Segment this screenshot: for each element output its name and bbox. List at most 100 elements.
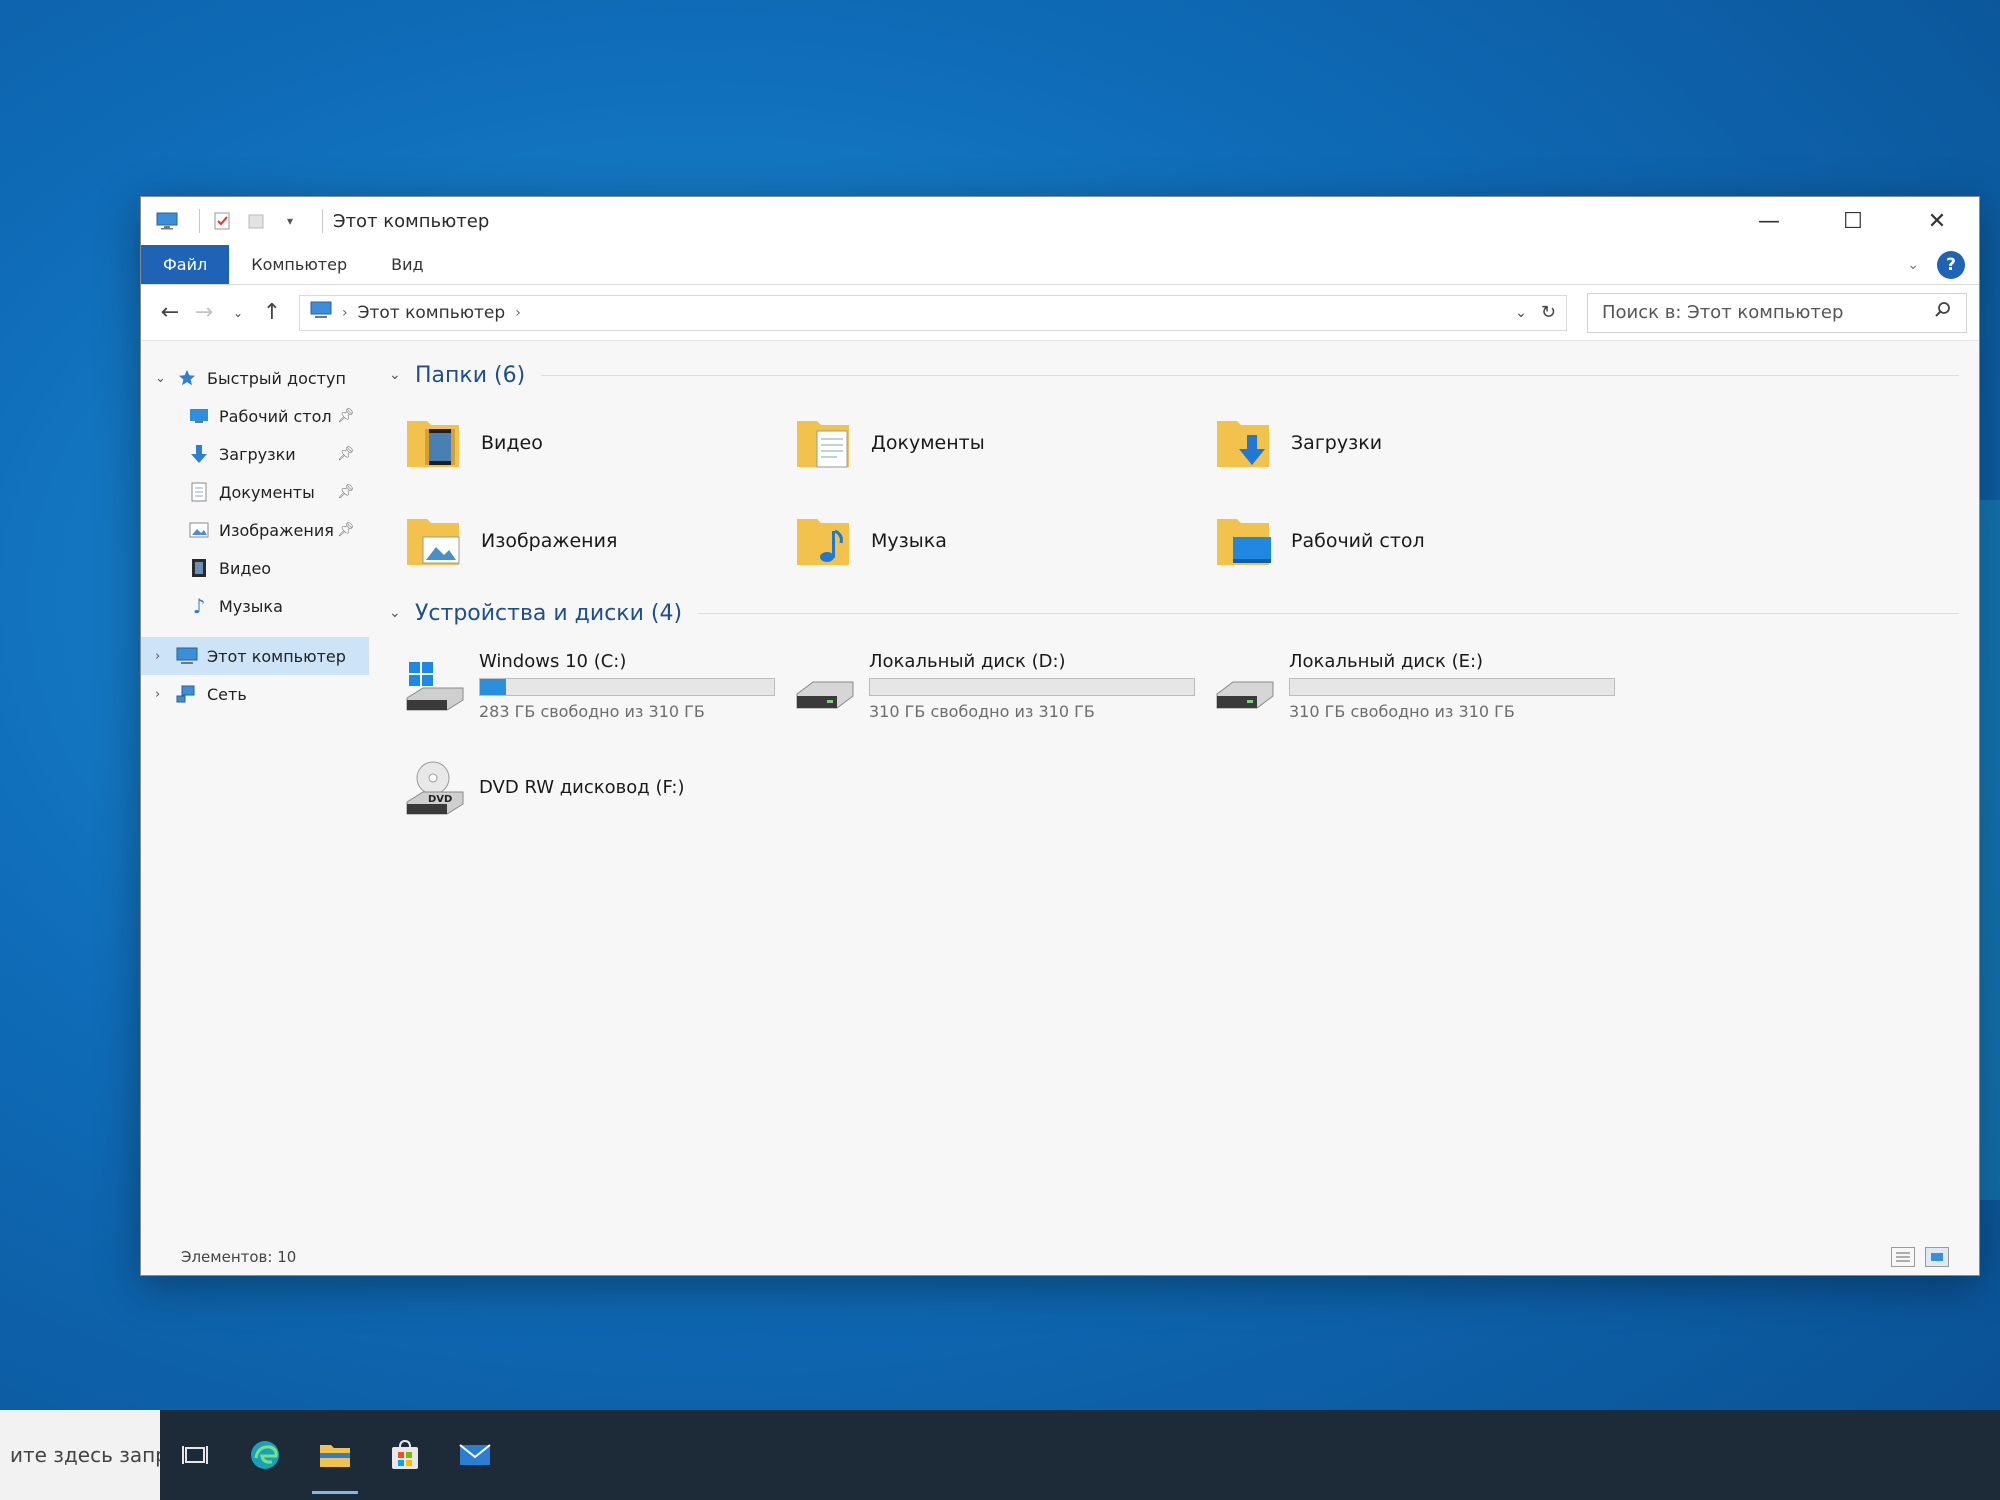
breadcrumb-chevron-icon[interactable]: ›: [515, 305, 521, 321]
sidebar-item-label: Рабочий стол: [219, 406, 332, 426]
drive-free-space: 310 ГБ свободно из 310 ГБ: [1289, 702, 1515, 721]
address-actions: ⌄ ↻: [1515, 302, 1566, 323]
folder-name: Изображения: [481, 530, 618, 552]
collapse-chevron-icon[interactable]: ⌄: [389, 367, 415, 383]
mail-icon[interactable]: [440, 1410, 510, 1500]
sidebar-item-label: Видео: [219, 558, 272, 578]
drive-name: Windows 10 (C:): [479, 651, 627, 672]
file-explorer-icon[interactable]: [300, 1410, 370, 1500]
expand-ribbon-icon[interactable]: ⌄: [1907, 257, 1919, 273]
store-icon[interactable]: [370, 1410, 440, 1500]
expand-chevron-icon[interactable]: ›: [155, 687, 175, 702]
address-history-dropdown-icon[interactable]: ⌄: [1515, 305, 1527, 321]
pin-icon[interactable]: 📌︎: [337, 446, 355, 462]
back-arrow-icon[interactable]: ←: [153, 296, 187, 330]
folders-group-header[interactable]: ⌄ Папки (6): [389, 353, 1959, 397]
task-view-icon[interactable]: [160, 1410, 230, 1500]
folder-name: Рабочий стол: [1291, 530, 1425, 552]
this-pc-icon: [310, 301, 332, 324]
drive-e[interactable]: Локальный диск (E:) 310 ГБ свободно из 3…: [1213, 645, 1633, 727]
folder-name: Видео: [481, 432, 543, 454]
drive-f[interactable]: DVD DVD RW дисковод (F:): [403, 749, 793, 831]
drives-group-title: Устройства и диски (4): [415, 600, 683, 626]
title-bar: ▾ Этот компьютер — ☐ ✕: [141, 197, 1979, 245]
drive-info: Локальный диск (D:) 310 ГБ свободно из 3…: [869, 651, 1213, 721]
collapse-chevron-icon[interactable]: ⌄: [389, 605, 415, 621]
address-field[interactable]: › Этот компьютер › ⌄ ↻: [299, 294, 1567, 331]
sidebar-item-this-pc[interactable]: › Этот компьютер: [141, 637, 369, 675]
navigation-pane: ⌄ Быстрый доступ Рабочий стол 📌︎ Загрузк…: [141, 341, 369, 1239]
pin-icon[interactable]: 📌︎: [337, 408, 355, 424]
sidebar-item-quick-access[interactable]: ⌄ Быстрый доступ: [141, 359, 369, 397]
drive-usage-bar: [1289, 678, 1615, 696]
folder-pictures[interactable]: Изображения: [403, 501, 793, 581]
network-icon: [175, 683, 199, 705]
desktop-folder-icon: [1217, 519, 1271, 565]
search-icon[interactable]: [1934, 301, 1952, 324]
downloads-folder-icon: [1217, 421, 1269, 467]
pictures-icon: [187, 519, 211, 541]
breadcrumb-chevron-icon[interactable]: ›: [342, 305, 348, 321]
ribbon-right: ⌄ ?: [1907, 245, 1979, 284]
up-arrow-icon[interactable]: ↑: [255, 296, 289, 330]
sidebar-item-downloads[interactable]: Загрузки 📌︎: [141, 435, 369, 473]
document-icon: [187, 481, 211, 503]
tab-computer[interactable]: Компьютер: [229, 245, 369, 284]
tab-file[interactable]: Файл: [141, 245, 230, 284]
sidebar-item-pictures[interactable]: Изображения 📌︎: [141, 511, 369, 549]
sidebar-item-label: Музыка: [219, 596, 283, 616]
star-icon: [175, 367, 199, 389]
search-input[interactable]: [1602, 302, 1934, 323]
drive-usage-bar: [869, 678, 1195, 696]
edge-icon[interactable]: [230, 1410, 300, 1500]
sidebar-item-desktop[interactable]: Рабочий стол 📌︎: [141, 397, 369, 435]
help-icon[interactable]: ?: [1937, 250, 1965, 279]
status-bar: Элементов: 10: [141, 1239, 1979, 1275]
separator: [199, 209, 200, 233]
tab-view[interactable]: Вид: [369, 245, 445, 284]
details-view-icon[interactable]: [1891, 1247, 1915, 1267]
collapse-chevron-icon[interactable]: ⌄: [155, 371, 175, 386]
search-box[interactable]: [1587, 292, 1967, 333]
recent-locations-icon[interactable]: ⌄: [221, 296, 255, 330]
large-icons-view-icon[interactable]: [1925, 1247, 1949, 1267]
new-folder-icon[interactable]: [244, 211, 268, 231]
sidebar-item-videos[interactable]: Видео: [141, 549, 369, 587]
sidebar-item-music[interactable]: ♪ Музыка: [141, 587, 369, 625]
sidebar-item-label: Этот компьютер: [207, 646, 346, 666]
drive-d[interactable]: Локальный диск (D:) 310 ГБ свободно из 3…: [793, 645, 1213, 727]
video-folder-icon: [407, 421, 459, 467]
sidebar-item-label: Изображения: [219, 520, 334, 540]
documents-folder-icon: [797, 421, 849, 468]
refresh-icon[interactable]: ↻: [1541, 302, 1556, 323]
drive-c[interactable]: Windows 10 (C:) 283 ГБ свободно из 310 Г…: [403, 645, 793, 727]
folder-name: Документы: [871, 432, 985, 454]
drive-free-space: 283 ГБ свободно из 310 ГБ: [479, 702, 705, 721]
customize-quick-access-icon[interactable]: ▾: [278, 211, 302, 231]
sidebar-item-network[interactable]: › Сеть: [141, 675, 369, 713]
minimize-button[interactable]: —: [1727, 197, 1811, 245]
sidebar-item-documents[interactable]: Документы 📌︎: [141, 473, 369, 511]
drive-usage-bar: [479, 678, 775, 696]
folder-downloads[interactable]: Загрузки: [1213, 403, 1633, 483]
this-pc-icon: [175, 645, 199, 667]
breadcrumb-this-pc[interactable]: Этот компьютер: [358, 303, 506, 323]
pictures-folder-icon: [407, 519, 460, 565]
folder-videos[interactable]: Видео: [403, 403, 793, 483]
pin-icon[interactable]: 📌︎: [337, 484, 355, 500]
properties-icon[interactable]: [210, 211, 234, 231]
drives-group-header[interactable]: ⌄ Устройства и диски (4): [389, 591, 1959, 635]
folder-documents[interactable]: Документы: [793, 403, 1213, 483]
forward-arrow-icon[interactable]: →: [187, 296, 221, 330]
maximize-button[interactable]: ☐: [1811, 197, 1895, 245]
svg-text:DVD: DVD: [428, 794, 452, 805]
folder-music[interactable]: Музыка: [793, 501, 1213, 581]
taskbar-search-box[interactable]: ите здесь запрос: [0, 1410, 160, 1500]
folder-desktop[interactable]: Рабочий стол: [1213, 501, 1633, 581]
close-button[interactable]: ✕: [1895, 197, 1979, 245]
drive-name: DVD RW дисковод (F:): [479, 776, 685, 798]
expand-chevron-icon[interactable]: ›: [155, 649, 175, 664]
ribbon-tabs: Файл Компьютер Вид ⌄ ?: [141, 245, 1979, 285]
pin-icon[interactable]: 📌︎: [337, 522, 355, 538]
desktop-icon: [187, 405, 211, 427]
